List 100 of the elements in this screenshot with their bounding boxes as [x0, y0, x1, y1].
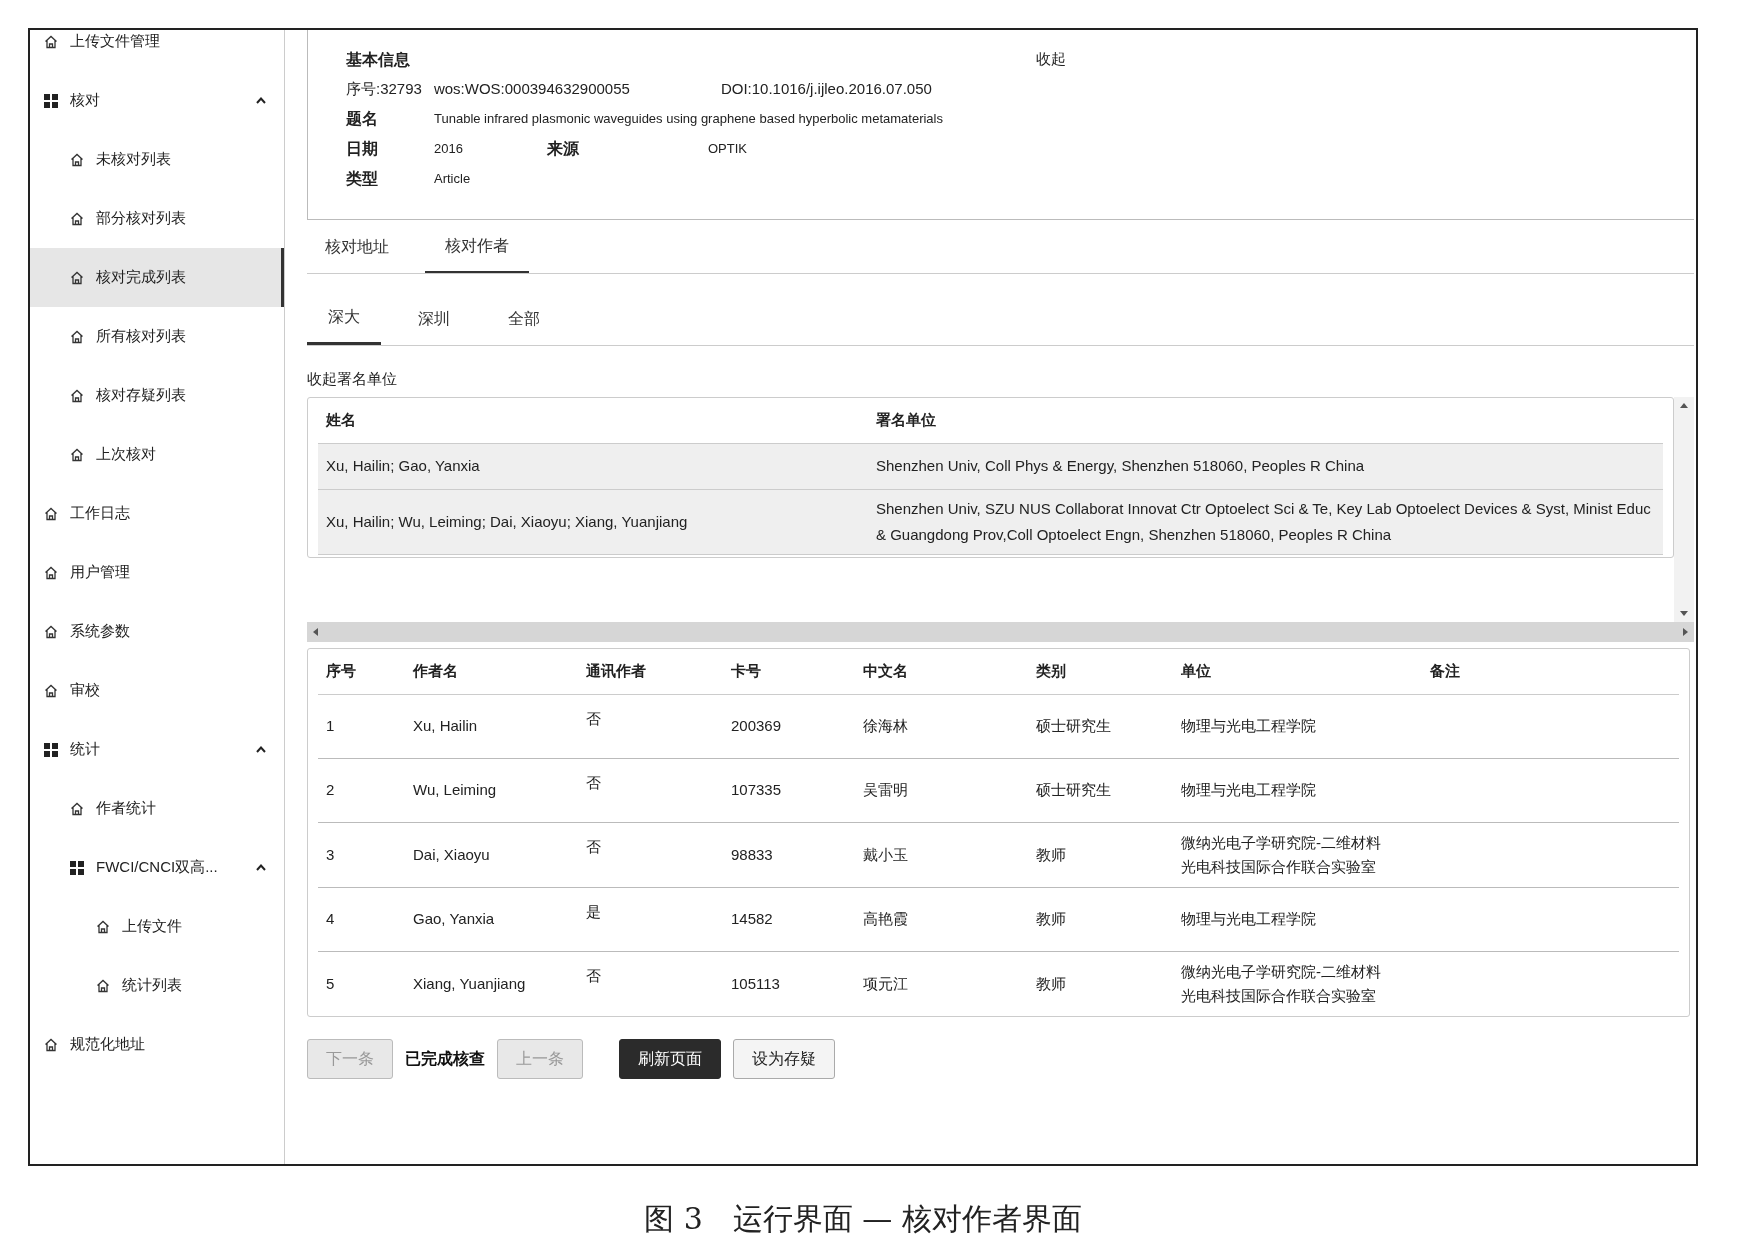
- column-header: 署名单位: [875, 409, 937, 430]
- home-icon: [70, 388, 84, 403]
- sidebar-group[interactable]: FWCI/CNCI双高...: [30, 838, 284, 897]
- figure-caption: 图 3 运行界面 — 核对作者界面: [644, 1200, 1082, 1238]
- tab[interactable]: 核对作者: [425, 220, 529, 273]
- table-cell-text: 107335: [730, 780, 783, 800]
- sidebar-item[interactable]: 作者统计: [30, 779, 284, 838]
- sidebar-item[interactable]: 上次核对: [30, 425, 284, 484]
- table-cell-text: 否: [585, 772, 602, 793]
- table-cell-text: 硕士研究生: [1035, 780, 1112, 800]
- home-icon: [44, 34, 58, 49]
- table-cell-text: 14582: [730, 909, 774, 929]
- sidebar-item[interactable]: 统计列表: [30, 956, 284, 1015]
- home-icon: [70, 801, 84, 816]
- sidebar-item[interactable]: 未核对列表: [30, 130, 284, 189]
- chevron-up-icon: [256, 864, 266, 871]
- column-header: 序号: [325, 660, 357, 681]
- home-icon: [70, 329, 84, 344]
- field-value: OPTIK: [708, 139, 747, 158]
- tab[interactable]: 核对地址: [325, 220, 389, 273]
- serial-number: 序号:32793: [346, 79, 422, 99]
- sidebar-item[interactable]: 工作日志: [30, 484, 284, 543]
- table-cell-text: 微纳光电子学研究院-二维材料光电科技国际合作联合实验室: [1180, 961, 1382, 1006]
- grid-icon: [70, 860, 84, 875]
- doi-text: DOI:10.1016/j.ijleo.2016.07.050: [720, 79, 932, 99]
- sidebar-item[interactable]: 上传文件管理: [30, 30, 284, 71]
- sidebar-item[interactable]: 规范化地址: [30, 1015, 284, 1074]
- table-cell-text: 1: [325, 716, 336, 736]
- home-icon: [70, 211, 84, 226]
- field-value: Tunable infrared plasmonic waveguides using graphene based hyperbolic metamaterials: [434, 109, 943, 128]
- home-icon: [70, 152, 84, 167]
- table-cell-text: 吴雷明: [862, 780, 909, 800]
- field-value: Article: [434, 169, 471, 188]
- sidebar-group[interactable]: 核对: [30, 71, 284, 130]
- home-icon: [96, 978, 110, 993]
- table-cell-text: Shenzhen Univ, Coll Phys & Energy, Shenzhen 518060, Peoples R China: [875, 456, 1366, 476]
- field-label: 题名: [346, 108, 379, 129]
- table-cell-text: 200369: [730, 716, 783, 736]
- wos-id: wos:WOS:000394632900055: [433, 79, 631, 99]
- table-cell-text: 物理与光电工程学院: [1180, 909, 1317, 929]
- home-icon: [70, 270, 84, 285]
- table-cell-text: 教师: [1035, 973, 1067, 994]
- table-cell-text: 高艳霞: [862, 909, 909, 929]
- table-cell-text: Xiang, Yuanjiang: [412, 973, 527, 994]
- tab[interactable]: 深大: [307, 292, 381, 345]
- sidebar-item[interactable]: 部分核对列表: [30, 189, 284, 248]
- table-cell-text: Gao, Yanxia: [412, 909, 496, 929]
- field-label: 类型: [346, 168, 379, 189]
- home-icon: [44, 1037, 58, 1052]
- column-header: 姓名: [325, 409, 357, 430]
- table-cell-text: 5: [325, 973, 336, 994]
- action-button[interactable]: 刷新页面: [619, 1038, 721, 1079]
- table-cell-text: 98833: [730, 844, 774, 865]
- status-text: 已完成核查: [405, 1048, 485, 1069]
- column-header: 备注: [1429, 660, 1461, 681]
- table-cell-text: 3: [325, 844, 336, 865]
- collapse-link[interactable]: 收起: [1036, 48, 1066, 72]
- sidebar-item[interactable]: 核对存疑列表: [30, 366, 284, 425]
- column-header: 单位: [1180, 660, 1212, 681]
- grid-icon: [44, 742, 58, 757]
- field-label: 来源: [547, 138, 580, 159]
- table-cell-text: 物理与光电工程学院: [1180, 780, 1317, 800]
- section-title: 基本信息: [346, 50, 410, 70]
- grid-icon: [44, 93, 58, 108]
- tab[interactable]: 深圳: [397, 292, 471, 345]
- table-cell-text: Dai, Xiaoyu: [412, 844, 491, 865]
- sidebar-item[interactable]: 核对完成列表: [30, 248, 284, 307]
- column-header: 卡号: [730, 660, 762, 681]
- sidebar-item[interactable]: 用户管理: [30, 543, 284, 602]
- home-icon: [44, 683, 58, 698]
- table-cell-text: Wu, Leiming: [412, 780, 498, 800]
- home-icon: [44, 565, 58, 580]
- sidebar-item[interactable]: 上传文件: [30, 897, 284, 956]
- action-button[interactable]: 设为存疑: [733, 1038, 835, 1079]
- field-label: 日期: [346, 138, 379, 159]
- table-cell-text: 微纳光电子学研究院-二维材料光电科技国际合作联合实验室: [1180, 832, 1382, 877]
- field-value: 2016: [434, 139, 464, 158]
- vertical-scrollbar[interactable]: [1674, 396, 1694, 622]
- column-header: 中文名: [862, 660, 909, 681]
- sidebar-item[interactable]: 所有核对列表: [30, 307, 284, 366]
- sidebar-group[interactable]: 统计: [30, 720, 284, 779]
- table-cell-text: 戴小玉: [862, 844, 909, 865]
- sidebar-item[interactable]: 审校: [30, 661, 284, 720]
- chevron-up-icon: [256, 97, 266, 104]
- table-cell-text: 4: [325, 909, 336, 929]
- table-cell-text: 教师: [1035, 909, 1067, 929]
- table-cell-text: Xu, Hailin: [412, 716, 479, 736]
- collapse-link[interactable]: 收起署名单位: [307, 370, 397, 387]
- home-icon: [96, 919, 110, 934]
- table-cell-text: Xu, Hailin; Gao, Yanxia: [325, 456, 481, 476]
- table-cell-text: 物理与光电工程学院: [1180, 716, 1317, 736]
- table-cell-text: 教师: [1035, 844, 1067, 865]
- table-cell-text: 否: [585, 708, 602, 729]
- column-header: 作者名: [412, 660, 459, 681]
- home-icon: [44, 506, 58, 521]
- horizontal-scrollbar[interactable]: [307, 621, 1694, 642]
- table-cell-text: Xu, Hailin; Wu, Leiming; Dai, Xiaoyu; Xiang, Yuanjiang: [325, 511, 689, 532]
- sidebar-item[interactable]: 系统参数: [30, 602, 284, 661]
- column-header: 通讯作者: [585, 660, 647, 681]
- tab[interactable]: 全部: [487, 292, 561, 345]
